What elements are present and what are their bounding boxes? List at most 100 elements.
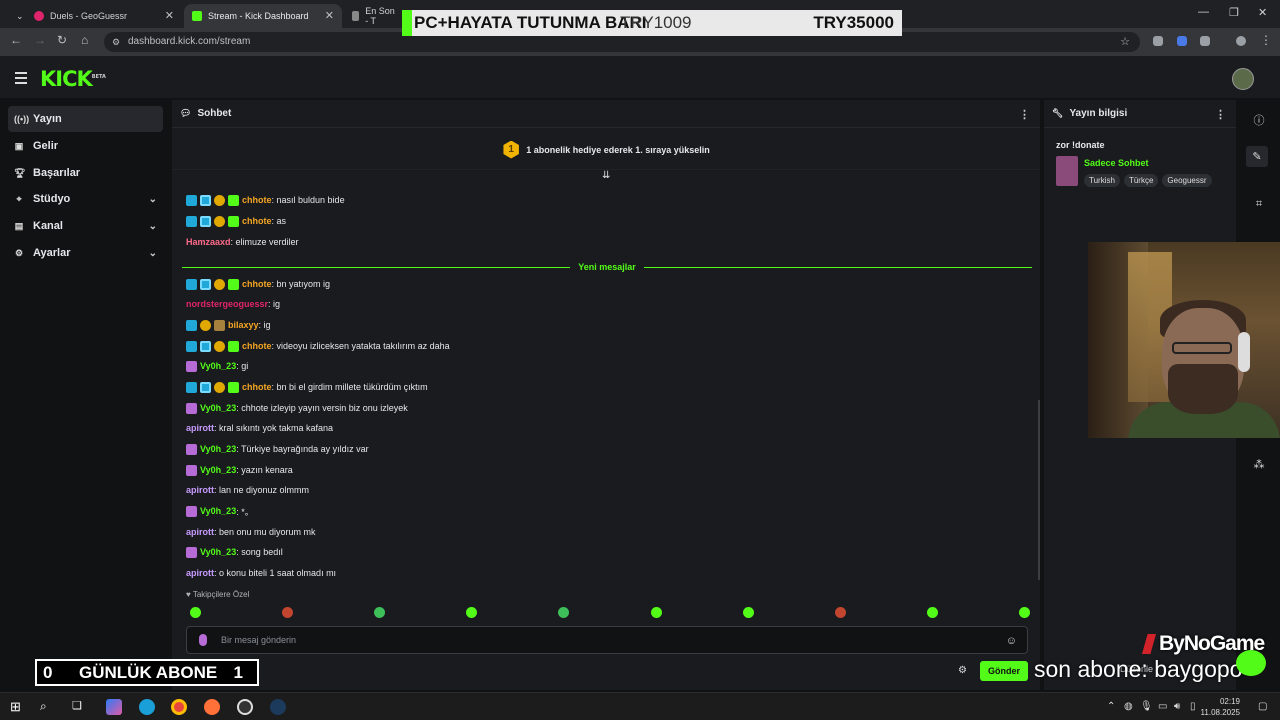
emote-icon[interactable] [650, 607, 662, 618]
edit-pencil-icon[interactable]: ✎ [1246, 146, 1268, 167]
microphone-icon[interactable]: 🎙︎ [1140, 701, 1153, 712]
chat-username[interactable]: Vy0h_23 [200, 444, 236, 454]
network-icon[interactable]: ▭ [1158, 701, 1167, 712]
chat-username[interactable]: Vy0h_23 [200, 547, 236, 557]
chat-message[interactable]: apirott: o konu biteli 1 saat olmadı mı [186, 565, 336, 581]
profile-icon[interactable] [1236, 36, 1246, 46]
chat-username[interactable]: Hamzaaxd [186, 237, 231, 247]
emoji-picker-icon[interactable]: ☺ [1006, 635, 1017, 647]
kick-logo[interactable]: KICKBETA [40, 67, 106, 91]
support-chat-bubble-icon[interactable] [1236, 650, 1266, 676]
chat-message[interactable]: Vy0h_23: gi [186, 358, 248, 374]
task-view-icon[interactable]: ❏ [72, 699, 88, 715]
close-window-icon[interactable]: ✕ [1258, 6, 1267, 19]
chat-message[interactable]: chhote: bn yatıyom ig [186, 276, 330, 292]
pinned-gift-prompt[interactable]: 1 1 abonelik hediye ederek 1. sıraya yük… [172, 130, 1040, 170]
back-icon[interactable]: ← [10, 33, 22, 47]
sidebar-item-kanal[interactable]: ▤ Kanal ⌄ [8, 213, 163, 239]
sidebar-item-basarilar[interactable]: 🏆︎ Başarılar [8, 160, 163, 186]
chat-username[interactable]: apirott [186, 423, 214, 433]
microphone-icon[interactable] [199, 634, 207, 646]
chat-message[interactable]: apirott: kral sıkıntı yok takma kafana [186, 420, 333, 436]
close-tab-icon[interactable]: ✕ [325, 9, 334, 22]
browser-menu-icon[interactable]: ⋮ [1260, 33, 1272, 47]
windows-start-icon[interactable]: ⊞ [10, 699, 26, 715]
emote-icon[interactable] [282, 607, 294, 618]
chat-scrollbar[interactable] [1038, 400, 1040, 580]
chat-message[interactable]: Vy0h_23: song bedıl [186, 544, 283, 560]
tab-search-dropdown[interactable]: ⌄ [8, 4, 28, 28]
emote-icon[interactable] [834, 607, 846, 618]
battery-icon[interactable]: ▯ [1190, 701, 1196, 712]
tray-icon[interactable]: ◍ [1124, 701, 1133, 712]
chat-message[interactable]: apirott: ben onu mu diyorum mk [186, 524, 316, 540]
home-icon[interactable]: ⌂ [81, 33, 88, 47]
minimize-icon[interactable]: — [1198, 6, 1209, 18]
emote-icon[interactable] [926, 607, 938, 618]
chat-username[interactable]: chhote [242, 195, 272, 205]
share-nodes-icon[interactable]: ⁂ [1250, 458, 1268, 471]
extension-translate-icon[interactable] [1177, 36, 1187, 46]
chat-message[interactable]: chhote: videoyu izliceksen yatakta takıl… [186, 338, 450, 354]
chat-message[interactable]: Vy0h_23: Türkiye bayrağında ay yıldız va… [186, 441, 369, 457]
chat-menu-icon[interactable]: ⋮ [1019, 108, 1030, 121]
chat-username[interactable]: chhote [242, 382, 272, 392]
chat-username[interactable]: Vy0h_23 [200, 506, 236, 516]
emote-icon[interactable] [742, 607, 754, 618]
system-clock[interactable]: 02:19 11.08.2025 [1201, 696, 1240, 718]
site-info-icon[interactable]: ⚙ [112, 32, 120, 52]
scroll-to-bottom-icon[interactable]: ⇊ [602, 170, 610, 181]
info-icon[interactable]: ⓘ [1250, 112, 1268, 128]
sidebar-item-yayin[interactable]: ((•)) Yayın [8, 106, 163, 132]
chat-username[interactable]: Vy0h_23 [200, 465, 236, 475]
copilot-icon[interactable] [106, 699, 122, 715]
edge-icon[interactable] [139, 699, 155, 715]
sidebar-item-studyo[interactable]: ⌖ Stüdyo ⌄ [8, 186, 163, 212]
firefox-icon[interactable] [204, 699, 220, 715]
chat-username[interactable]: apirott [186, 485, 214, 495]
search-icon[interactable]: ⌕ [40, 699, 56, 715]
bookmark-star-icon[interactable]: ☆ [1120, 32, 1130, 52]
chat-settings-gear-icon[interactable]: ⚙ [958, 665, 967, 676]
chat-message[interactable]: bilaxyy: ig [186, 317, 271, 333]
sidebar-item-gelir[interactable]: ▣ Gelir [8, 133, 163, 159]
sidebar-item-ayarlar[interactable]: ⚙ Ayarlar ⌄ [8, 240, 163, 266]
send-button[interactable]: Gönder [980, 661, 1028, 681]
extension-shield-icon[interactable] [1153, 36, 1163, 46]
chat-message[interactable]: Vy0h_23: *。 [186, 503, 254, 519]
emote-icon[interactable] [1018, 607, 1030, 618]
chat-username[interactable]: Vy0h_23 [200, 403, 236, 413]
hamburger-menu-icon[interactable] [15, 72, 27, 87]
extensions-puzzle-icon[interactable] [1200, 36, 1210, 46]
close-tab-icon[interactable]: ✕ [165, 9, 174, 22]
chat-username[interactable]: chhote [242, 341, 272, 351]
chat-message[interactable]: Vy0h_23: chhote izleyip yayın versin biz… [186, 400, 408, 416]
forward-icon[interactable]: → [34, 33, 46, 47]
volume-icon[interactable]: 🔊︎ [1174, 701, 1180, 712]
emote-icon[interactable] [190, 607, 201, 618]
chat-message[interactable]: Vy0h_23: yazın kenara [186, 462, 293, 478]
chat-message[interactable]: chhote: bn bi el girdim millete tükürdüm… [186, 379, 428, 395]
emote-icon[interactable] [374, 607, 386, 618]
tray-chevron-up-icon[interactable]: ⌃ [1107, 701, 1115, 712]
chat-message[interactable]: chhote: as [186, 213, 286, 229]
tab-kick-dashboard[interactable]: Stream - Kick Dashboard ✕ [184, 4, 342, 28]
user-avatar[interactable] [1232, 68, 1254, 90]
emote-icon[interactable] [558, 607, 570, 618]
steam-icon[interactable] [270, 699, 286, 715]
chat-username[interactable]: apirott [186, 527, 214, 537]
reload-icon[interactable]: ↻ [57, 33, 67, 47]
chat-message[interactable]: nordstergeoguessr: ig [186, 296, 280, 312]
chat-message[interactable]: Hamzaaxd: elimuze verdiler [186, 234, 299, 250]
stream-info-menu-icon[interactable]: ⋮ [1215, 108, 1226, 121]
chat-username[interactable]: chhote [242, 216, 272, 226]
tab-en-son[interactable]: En Son - T [344, 4, 404, 28]
chat-message[interactable]: apirott: lan ne diyonuz olmmm [186, 482, 309, 498]
chat-message[interactable]: chhote: nasıl buldun bide [186, 192, 345, 208]
emote-icon[interactable] [466, 607, 478, 618]
chat-username[interactable]: chhote [242, 279, 272, 289]
crop-icon[interactable]: ⌗ [1250, 198, 1268, 211]
obs-icon[interactable] [237, 699, 253, 715]
chrome-icon[interactable] [171, 699, 187, 715]
chat-username[interactable]: nordstergeoguessr [186, 299, 268, 309]
